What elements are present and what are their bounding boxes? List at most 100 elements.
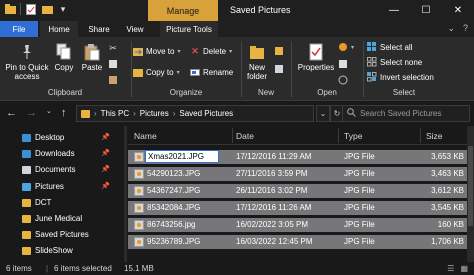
file-row[interactable]: 54367247.JPG 26/11/2016 3:02 PM JPG File…: [128, 184, 474, 198]
nav-item-slideshow[interactable]: SlideShow: [22, 244, 73, 257]
nav-item-dct[interactable]: DCT: [22, 196, 51, 209]
file-type: JPG File: [344, 152, 375, 161]
breadcrumb-pictures[interactable]: Pictures: [140, 109, 169, 118]
easy-access-button[interactable]: [274, 64, 284, 74]
chevron-down-icon[interactable]: ⌄: [316, 105, 330, 122]
column-divider[interactable]: [338, 128, 339, 143]
recent-locations-icon[interactable]: ⌄: [46, 107, 52, 119]
pin-icon[interactable]: 📌: [101, 133, 110, 141]
breadcrumb-saved-pictures[interactable]: Saved Pictures: [179, 109, 233, 118]
nav-item-saved-pictures[interactable]: Saved Pictures: [22, 228, 89, 241]
move-to-icon: [133, 46, 143, 56]
chevron-down-icon[interactable]: ⌄: [447, 23, 455, 34]
paste-button[interactable]: Paste: [80, 43, 104, 72]
column-header: Name Date Type Size: [128, 126, 474, 145]
downloads-icon: [22, 149, 31, 158]
nav-item-pictures[interactable]: Pictures: [22, 180, 64, 193]
file-date: 26/11/2016 3:02 PM: [236, 186, 308, 195]
nav-scrollbar[interactable]: [124, 126, 127, 262]
folder-icon: [248, 43, 266, 61]
column-divider[interactable]: [232, 128, 233, 143]
rename-input[interactable]: Xmas2021.JPG: [145, 150, 219, 163]
properties-icon[interactable]: [25, 3, 37, 15]
column-date[interactable]: Date: [236, 131, 254, 141]
column-divider[interactable]: [420, 128, 421, 143]
copy-path-button[interactable]: [108, 59, 118, 69]
column-name[interactable]: Name: [134, 131, 157, 141]
file-row[interactable]: 54290123.JPG 27/11/2016 3:59 PM JPG File…: [128, 167, 474, 181]
open-button[interactable]: ▾: [338, 42, 354, 52]
tab-share[interactable]: Share: [84, 21, 114, 37]
back-arrow-icon[interactable]: ←: [6, 107, 17, 119]
nav-item-label: Pictures: [35, 182, 64, 191]
pin-icon[interactable]: 📌: [101, 182, 110, 190]
forward-arrow-icon[interactable]: →: [26, 107, 37, 119]
paste-shortcut-button[interactable]: [108, 75, 118, 85]
documents-icon: [22, 165, 31, 174]
select-none-button[interactable]: Select none: [367, 57, 422, 67]
select-none-label: Select none: [380, 57, 423, 67]
delete-button[interactable]: ✕ Delete ▾: [190, 46, 232, 56]
close-button[interactable]: ✕: [442, 0, 474, 21]
file-list-scrollbar[interactable]: [467, 126, 474, 262]
new-folder-icon[interactable]: [41, 3, 53, 15]
maximize-button[interactable]: ☐: [410, 0, 442, 21]
new-folder-label: New folder: [246, 63, 267, 81]
copy-button[interactable]: Copy: [52, 43, 76, 72]
tab-view[interactable]: View: [120, 21, 150, 37]
chevron-right-icon: ›: [172, 109, 176, 118]
new-item-button[interactable]: [274, 46, 284, 56]
select-all-icon: [367, 42, 377, 52]
help-icon[interactable]: ?: [463, 23, 468, 34]
up-arrow-icon[interactable]: ↑: [61, 107, 67, 119]
address-bar[interactable]: › This PC › Pictures › Saved Pictures: [76, 105, 314, 122]
invert-selection-button[interactable]: Invert selection: [367, 72, 434, 82]
nav-item-june-medical[interactable]: June Medical: [22, 212, 82, 225]
properties-button[interactable]: Properties: [296, 43, 336, 72]
image-file-icon: [134, 220, 144, 230]
large-icons-view-icon[interactable]: ▦: [460, 264, 468, 273]
new-item-icon: [274, 46, 284, 56]
nav-item-downloads[interactable]: Downloads: [22, 147, 75, 160]
scrollbar-thumb[interactable]: [468, 146, 473, 226]
select-all-label: Select all: [380, 42, 413, 52]
select-all-button[interactable]: Select all: [367, 42, 412, 52]
nav-item-documents[interactable]: Documents: [22, 163, 75, 176]
tab-home[interactable]: Home: [40, 21, 78, 37]
folder-app-icon: [4, 3, 16, 15]
cut-button[interactable]: ✂: [108, 43, 118, 53]
file-date: 16/02/2022 3:05 PM: [236, 220, 309, 229]
customize-toolbar-icon[interactable]: ▾: [57, 3, 69, 15]
edit-button[interactable]: [338, 59, 348, 69]
minimize-button[interactable]: —: [378, 0, 410, 21]
rename-button[interactable]: Rename: [190, 67, 233, 77]
tab-file[interactable]: File: [0, 21, 38, 37]
delete-label: Delete: [203, 46, 227, 56]
file-row[interactable]: 86743256.jpg 16/02/2022 3:05 PM JPG File…: [128, 218, 474, 232]
file-row[interactable]: 85342084.JPG 17/12/2016 11:26 AM JPG Fil…: [128, 201, 474, 215]
history-button[interactable]: [338, 75, 348, 85]
breadcrumb-this-pc[interactable]: This PC: [101, 109, 129, 118]
pin-label: Pin to Quick access: [5, 63, 49, 81]
folder-icon: [22, 214, 31, 223]
column-size[interactable]: Size: [426, 131, 443, 141]
file-row[interactable]: 95236789.JPG 16/03/2022 12:45 PM JPG Fil…: [128, 235, 474, 249]
window-title: Saved Pictures: [230, 5, 291, 15]
column-type[interactable]: Type: [344, 131, 362, 141]
search-box[interactable]: Search Saved Pictures: [342, 105, 470, 122]
tab-picture-tools[interactable]: Picture Tools: [160, 21, 218, 37]
image-file-icon: [134, 203, 144, 213]
move-to-label: Move to: [146, 46, 175, 56]
new-folder-button[interactable]: New folder: [244, 43, 270, 81]
pin-icon[interactable]: 📌: [101, 149, 110, 157]
file-row[interactable]: Xmas2021.JPG 17/12/2016 11:29 AM JPG Fil…: [128, 150, 474, 164]
file-type: JPG File: [344, 186, 375, 195]
details-view-icon[interactable]: ☰: [447, 264, 454, 273]
copy-to-button[interactable]: Copy to ▾: [133, 67, 180, 77]
move-to-button[interactable]: Move to ▾: [133, 46, 180, 56]
chevron-down-icon: ▾: [351, 44, 355, 51]
pin-icon[interactable]: 📌: [101, 165, 110, 173]
pin-to-quick-access-button[interactable]: Pin to Quick access: [4, 43, 50, 81]
nav-item-desktop[interactable]: Desktop: [22, 131, 64, 144]
manage-context-tab[interactable]: Manage: [148, 0, 218, 21]
